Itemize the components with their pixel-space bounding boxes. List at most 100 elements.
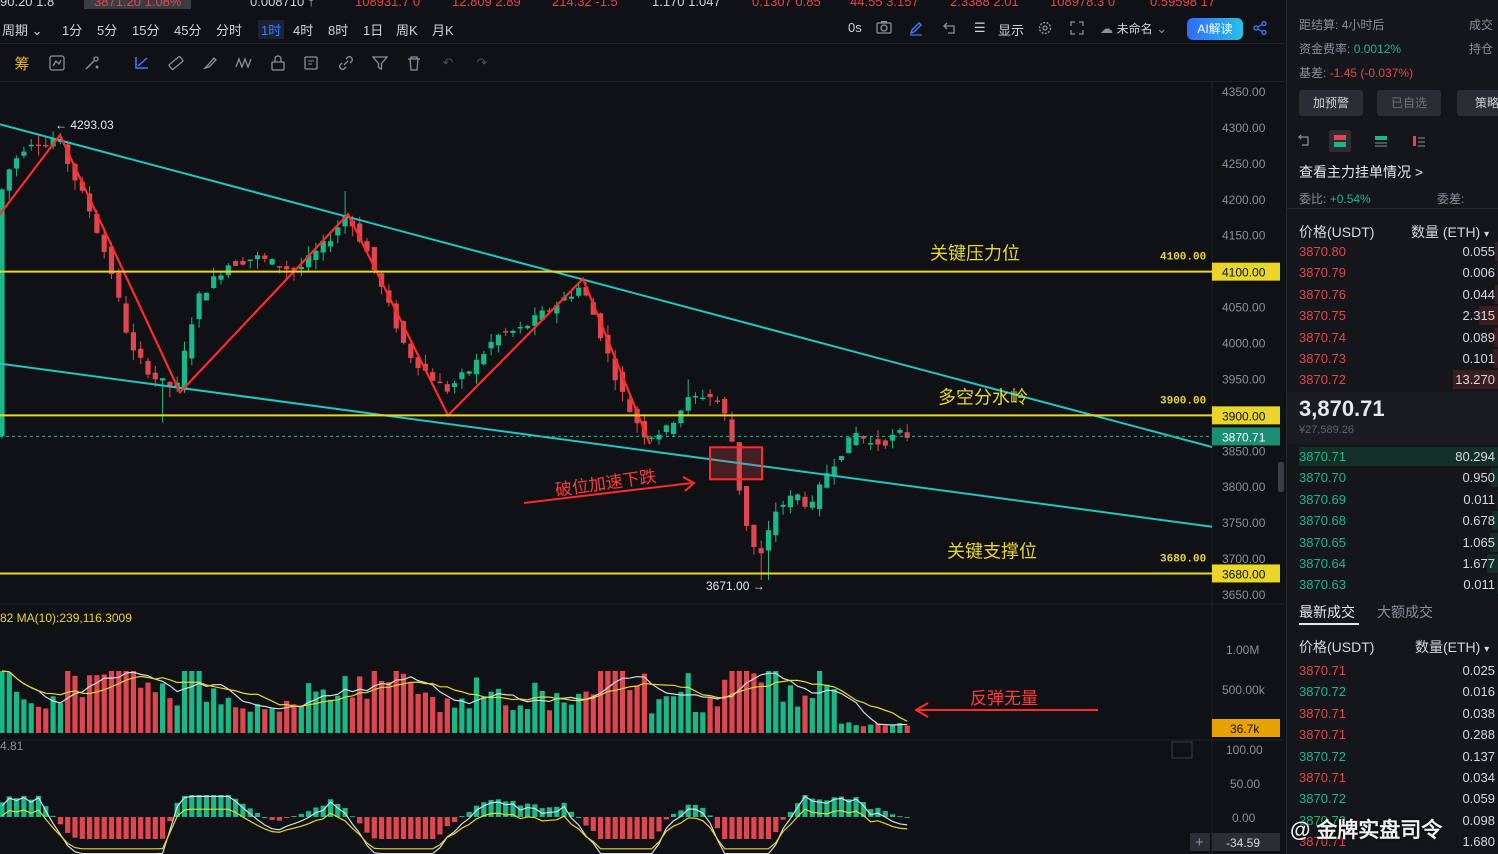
pattern-icon[interactable] (234, 53, 254, 73)
volume-bar (510, 710, 516, 733)
chip-icon[interactable]: 筹 (12, 53, 32, 73)
tab-timeframe[interactable]: 8时 (328, 20, 348, 39)
add-alert-button[interactable]: 加预警 (1299, 90, 1363, 116)
macd-histogram-bar (386, 817, 392, 839)
orderbook-asks-icon[interactable] (1373, 134, 1389, 151)
refresh-icon[interactable] (1297, 134, 1311, 151)
tab-timeframe[interactable]: 1分 (62, 20, 82, 39)
orderbook-price: 3870.72 (1299, 372, 1346, 388)
orderbook-price: 3870.80 (1299, 244, 1346, 259)
brush-icon[interactable] (200, 53, 220, 73)
orderbook-row[interactable]: 3870.72 13.270 (1287, 369, 1498, 390)
orderbook-row[interactable]: 3870.68 0.678 (1287, 510, 1498, 531)
ticker-item[interactable]: 108978.3 0 (1050, 0, 1115, 9)
orderbook-row[interactable]: 3870.65 1.065 (1287, 532, 1498, 553)
tab-latest-trades[interactable]: 最新成交 (1299, 602, 1355, 622)
macd-histogram-bar (152, 817, 158, 839)
undo-icon[interactable]: ↶ (438, 53, 458, 73)
display-menu[interactable]: 显示 (998, 20, 1024, 39)
view-main-orders-link[interactable]: 查看主力挂单情况 > (1299, 162, 1423, 182)
layout-selector[interactable]: ☁ 未命名 ⌄ (1100, 20, 1167, 37)
candle-body (21, 151, 27, 156)
ticker-item[interactable]: 12.809 2.89 (452, 0, 521, 9)
chart-canvas[interactable]: 4350.00 4300.00 4250.00 4200.00 4150.00 4100.… (0, 82, 1284, 854)
gear-icon[interactable] (1037, 20, 1053, 39)
scroll-handle[interactable] (1278, 462, 1284, 492)
candle-body (649, 437, 655, 440)
orderbook-row[interactable]: 3870.70 0.950 (1287, 467, 1498, 488)
ticker-item[interactable]: 2.3388 2.01 (950, 0, 1019, 9)
undo-layout-icon[interactable] (942, 20, 958, 39)
edit-list-icon[interactable] (302, 53, 322, 73)
volume-bar (437, 712, 443, 733)
macd-histogram-bar (714, 817, 720, 829)
trade-row: 3870.72 0.059 (1287, 788, 1498, 809)
redo-icon[interactable]: ↷ (472, 53, 492, 73)
candle-body (787, 495, 793, 508)
orderbook-both-icon[interactable] (1329, 130, 1351, 152)
ticker-item[interactable]: 3871.20 1.08% (84, 0, 192, 9)
volume-bar (765, 671, 772, 733)
orderbook-row[interactable]: 3870.71 80.294 (1287, 446, 1498, 467)
ruler-icon[interactable] (166, 53, 186, 73)
price-tick-label: 3750.00 (1222, 516, 1266, 530)
tab-timeframe[interactable]: 分时 (216, 20, 242, 39)
menu-icon[interactable]: ☰ (974, 20, 986, 36)
price-tick-label: 4150.00 (1222, 229, 1266, 243)
volume-bar (57, 703, 63, 733)
orderbook-row[interactable]: 3870.64 1.677 (1287, 553, 1498, 574)
ticker-item[interactable]: 108931.7 0 (355, 0, 420, 9)
favorited-button[interactable]: 已自选 (1377, 90, 1441, 116)
orderbook-row[interactable]: 3870.74 0.089 (1287, 327, 1498, 348)
ticker-item[interactable]: 44.55 3.157 (850, 0, 919, 9)
pencil-icon[interactable] (908, 20, 924, 39)
trade-qty: 0.098 (1462, 812, 1495, 828)
candle-body (145, 360, 151, 375)
tab-timeframe[interactable]: 周K (396, 20, 418, 39)
orderbook-row[interactable]: 3870.73 0.101 (1287, 348, 1498, 369)
ai-interpret-button[interactable]: AI解读 (1187, 18, 1243, 40)
share-icon[interactable] (1252, 20, 1268, 39)
volume-bar (138, 687, 144, 733)
price-chart[interactable]: 4350.00 4300.00 4250.00 4200.00 4150.00 4100.… (0, 82, 1284, 854)
orderbook-row[interactable]: 3870.80 0.055 (1287, 241, 1498, 262)
filter-icon[interactable] (370, 53, 390, 73)
tab-timeframe[interactable]: 45分 (174, 20, 201, 39)
ticker-item[interactable]: 0.008710 ↑ (250, 0, 314, 9)
ticker-item[interactable]: 0.59598 17 (1150, 0, 1215, 9)
orderbook-row[interactable]: 3870.79 0.006 (1287, 262, 1498, 283)
macd-histogram-bar (663, 817, 669, 820)
tab-timeframe[interactable]: 月K (432, 20, 454, 39)
indicator-icon[interactable] (47, 53, 67, 73)
orderbook-row[interactable]: 3870.75 2.315 (1287, 305, 1498, 326)
tab-timeframe[interactable]: 15分 (132, 20, 159, 39)
fullscreen-icon[interactable] (1069, 20, 1085, 39)
ticker-item[interactable]: 1.170 1.047 (652, 0, 721, 9)
ticker-item[interactable]: 0.1307 0.85 (752, 0, 821, 9)
macd-histogram-bar (116, 817, 122, 839)
link-icon[interactable] (336, 53, 356, 73)
ticker-item[interactable]: 214.32 -1.5 (552, 0, 618, 9)
tab-timeframe[interactable]: 1时 (258, 20, 285, 39)
ticker-item[interactable]: 90.20 1.8 (0, 0, 54, 9)
volume-bar (28, 703, 34, 733)
orderbook-bids-icon[interactable] (1411, 134, 1427, 151)
col-qty-header[interactable]: 数量 (ETH) ▾ (1411, 222, 1489, 242)
volume-bar (379, 680, 385, 733)
magnet-icon[interactable] (82, 53, 102, 73)
period-selector[interactable]: 周期 ⌄ (2, 20, 43, 39)
tab-timeframe[interactable]: 4时 (293, 20, 313, 39)
trendline-tool-icon[interactable] (132, 53, 152, 73)
orderbook-row[interactable]: 3870.76 0.044 (1287, 284, 1498, 305)
tab-large-trades[interactable]: 大额成交 (1377, 602, 1433, 622)
camera-icon[interactable] (876, 20, 892, 37)
trash-icon[interactable] (404, 53, 424, 73)
trade-col-qty[interactable]: 数量(ETH) ▾ (1415, 637, 1489, 657)
strategy-button[interactable]: 策略 (1457, 90, 1498, 116)
tab-timeframe[interactable]: 5分 (97, 20, 117, 39)
orderbook-row[interactable]: 3870.63 0.011 (1287, 574, 1498, 595)
orderbook-row[interactable]: 3870.69 0.011 (1287, 489, 1498, 510)
tab-timeframe[interactable]: 1日 (363, 20, 383, 39)
lock-icon[interactable] (268, 53, 288, 73)
volume-bar (481, 696, 487, 733)
